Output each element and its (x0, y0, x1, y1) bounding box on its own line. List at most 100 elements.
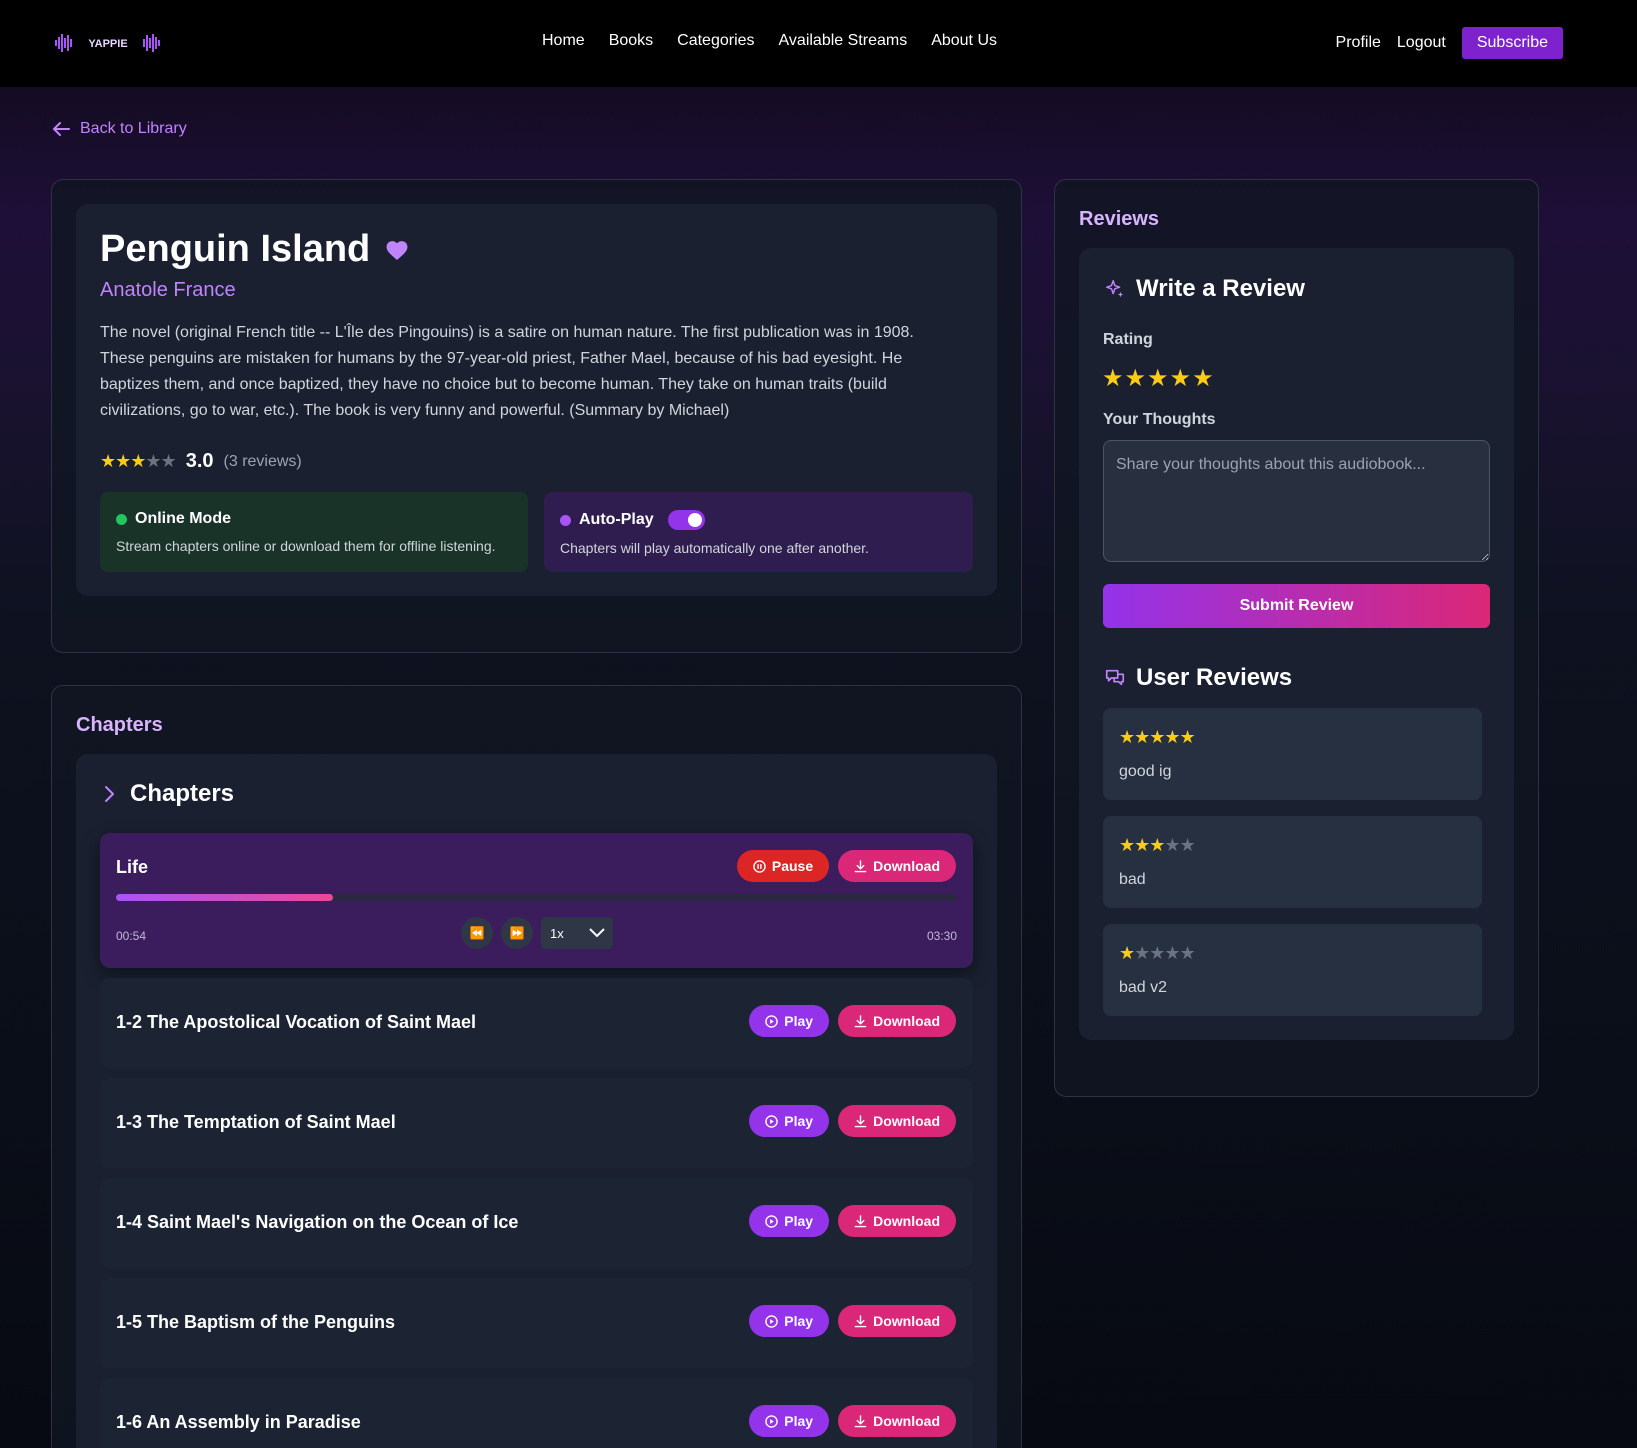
thoughts-textarea[interactable] (1103, 440, 1490, 562)
download-icon (854, 859, 867, 872)
review-text: bad v2 (1119, 979, 1168, 996)
chevron-right-icon (105, 786, 114, 802)
submit-review-button[interactable]: Submit Review (1103, 584, 1490, 628)
review-item: ★★★★★ good ig (1103, 708, 1482, 800)
top-nav: YAPPIE Home Books Categories Available S… (0, 0, 1637, 87)
download-button[interactable]: Download (838, 1005, 956, 1037)
online-mode-title: Online Mode (135, 510, 231, 527)
play-icon (765, 1114, 779, 1128)
rating-star-icon[interactable]: ★ (1102, 365, 1125, 392)
chapters-toggle[interactable]: Chapters (104, 780, 234, 808)
play-button[interactable]: Play (749, 1005, 830, 1037)
logo-text: YAPPIE (88, 38, 127, 50)
chapter-row: 1-5 The Baptism of the Penguins Play Dow… (100, 1278, 973, 1368)
play-button[interactable]: Play (749, 1205, 830, 1237)
chapter-row: 1-2 The Apostolical Vocation of Saint Ma… (100, 978, 973, 1068)
rating-input[interactable]: ★★★★★ (1102, 364, 1215, 393)
logo[interactable]: YAPPIE (55, 32, 161, 54)
heart-icon[interactable] (384, 238, 410, 261)
review-text: good ig (1119, 763, 1172, 780)
chapters-section-title: Chapters (76, 714, 163, 736)
review-text: bad (1119, 871, 1146, 888)
chapter-row: 1-3 The Temptation of Saint Mael Play Do… (100, 1078, 973, 1168)
play-icon (765, 1314, 779, 1328)
rating-value: 3.0 (185, 450, 214, 472)
rating-label: Rating (1103, 331, 1153, 348)
rating-stars-icon: ★★★★★ (100, 451, 177, 471)
pause-icon (753, 859, 766, 873)
back-label: Back to Library (80, 120, 187, 137)
main-menu: Home Books Categories Available Streams … (542, 32, 997, 50)
play-icon (765, 1014, 779, 1028)
back-to-library-link[interactable]: Back to Library (52, 120, 187, 138)
download-icon (854, 1014, 867, 1027)
waveform-logo-icon: YAPPIE (55, 34, 160, 52)
download-button[interactable]: Download (838, 1405, 956, 1437)
write-review-header: Write a Review (1104, 275, 1305, 303)
rating-star-icon[interactable]: ★ (1170, 365, 1193, 392)
nav-logout[interactable]: Logout (1397, 34, 1446, 52)
sparkles-icon (1106, 280, 1124, 298)
chapter-title: 1-4 Saint Mael's Navigation on the Ocean… (116, 1212, 519, 1232)
play-icon (765, 1414, 779, 1428)
chapter-title: 1-2 The Apostolical Vocation of Saint Ma… (116, 1012, 477, 1032)
user-reviews-title: User Reviews (1136, 664, 1293, 691)
nav-home[interactable]: Home (542, 32, 585, 50)
rating-star-icon[interactable]: ★ (1125, 365, 1148, 392)
download-button[interactable]: Download (838, 1205, 956, 1237)
nav-profile[interactable]: Profile (1336, 34, 1381, 52)
review-count: (3 reviews) (223, 452, 302, 470)
nav-about-us[interactable]: About Us (931, 32, 997, 50)
play-button[interactable]: Play (749, 1305, 830, 1337)
download-button[interactable]: Download (838, 1105, 956, 1137)
book-title: Penguin Island (100, 228, 371, 270)
total-time: 03:30 (926, 929, 957, 943)
auto-play-dot-icon (560, 514, 571, 526)
chapters-header: Chapters (130, 780, 235, 807)
auto-play-title: Auto-Play (579, 511, 654, 528)
pause-button[interactable]: Pause (736, 850, 830, 882)
auto-play-toggle[interactable] (667, 510, 705, 530)
write-review-title: Write a Review (1136, 275, 1305, 302)
book-author[interactable]: Anatole France (100, 279, 236, 302)
chapter-row: 1-6 An Assembly in Paradise Play Downloa… (100, 1378, 973, 1448)
download-icon (854, 1114, 867, 1127)
review-stars-icon: ★★★★★ (1119, 727, 1196, 747)
download-icon (854, 1414, 867, 1427)
review-item: ★★★★★ bad (1103, 816, 1482, 908)
review-stars-icon: ★★★★★ (1119, 943, 1196, 963)
playback-speed-select[interactable]: 1x (541, 917, 613, 949)
reviews-section-title: Reviews (1079, 208, 1160, 230)
thoughts-label: Your Thoughts (1103, 411, 1216, 428)
auto-play-card: Auto-Play Chapters will play automatical… (544, 492, 973, 572)
fast-forward-icon: ⏩ (509, 926, 525, 940)
play-button[interactable]: Play (749, 1405, 830, 1437)
online-mode-card: Online Mode Stream chapters online or do… (100, 492, 528, 572)
play-icon (765, 1214, 779, 1228)
arrow-left-icon (53, 122, 70, 136)
rewind-button[interactable]: ⏪ (461, 917, 493, 949)
now-playing-chapter: Life Pause Download 00:54 ⏪ ⏩ 1x 03:30 (100, 833, 973, 968)
nav-books[interactable]: Books (609, 32, 653, 50)
playback-progress-bar[interactable] (116, 894, 957, 901)
chapter-title: 1-3 The Temptation of Saint Mael (116, 1112, 396, 1132)
rating-star-icon[interactable]: ★ (1192, 365, 1215, 392)
play-button[interactable]: Play (749, 1105, 830, 1137)
download-button[interactable]: Download (838, 850, 956, 882)
nav-categories[interactable]: Categories (677, 32, 754, 50)
chapter-title: 1-5 The Baptism of the Penguins (116, 1312, 396, 1332)
online-mode-subtitle: Stream chapters online or download them … (116, 538, 496, 554)
current-time: 00:54 (116, 929, 147, 943)
title-row: Penguin Island (100, 228, 410, 271)
now-playing-title: Life (116, 857, 149, 877)
playback-progress-fill (116, 894, 333, 901)
nav-available-streams[interactable]: Available Streams (779, 32, 908, 50)
review-item: ★★★★★ bad v2 (1103, 924, 1482, 1016)
subscribe-button[interactable]: Subscribe (1461, 27, 1563, 59)
fast-forward-button[interactable]: ⏩ (501, 917, 533, 949)
review-stars-icon: ★★★★★ (1119, 835, 1196, 855)
book-rating: ★★★★★ 3.0 (3 reviews) (100, 450, 302, 473)
download-button[interactable]: Download (838, 1305, 956, 1337)
rating-star-icon[interactable]: ★ (1147, 365, 1170, 392)
chat-bubbles-icon (1105, 669, 1125, 686)
